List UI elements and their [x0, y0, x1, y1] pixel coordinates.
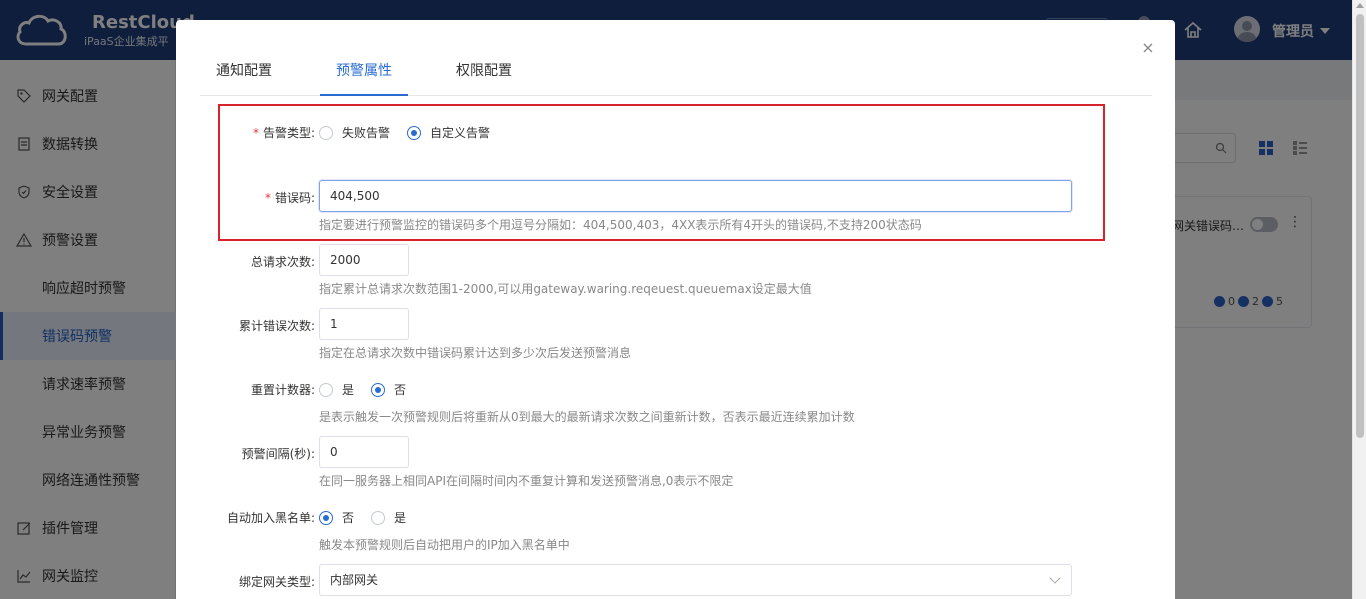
alert-rule-dialog: × 通知配置 预警属性 权限配置 * 告警类型: 失败告警 自定义告警 * 错误码:…: [176, 20, 1175, 599]
auto-blacklist-hint: 触发本预警规则后自动把用户的IP加入黑名单中: [319, 538, 570, 552]
reset-counter-radio-group: 是 否: [319, 381, 423, 398]
radio-button[interactable]: [407, 125, 422, 140]
auto-blacklist-option-no[interactable]: 否: [319, 509, 354, 526]
gateway-type-value: 内部网关: [330, 573, 379, 587]
alert-type-label: * 告警类型:: [252, 126, 315, 140]
scroll-up-icon[interactable]: [1356, 3, 1364, 8]
cumulative-errors-hint: 指定在总请求次数中错误码累计达到多少次后发送预警消息: [319, 346, 632, 360]
alert-interval-hint: 在同一服务器上相同API在间隔时间内不重复计算和发送预警消息,0表示不限定: [319, 474, 734, 488]
auto-blacklist-option-yes[interactable]: 是: [371, 509, 406, 526]
alert-interval-input[interactable]: 0: [319, 436, 409, 468]
tab-notification-config[interactable]: 通知配置: [216, 60, 272, 96]
error-code-hint: 指定要进行预警监控的错误码多个用逗号分隔如：404,500,403，4XX表示所…: [319, 218, 922, 232]
auto-blacklist-label: 自动加入黑名单:: [226, 511, 315, 525]
gateway-type-select[interactable]: 内部网关: [319, 564, 1072, 596]
chevron-down-icon: [1049, 572, 1061, 584]
total-requests-label: 总请求次数:: [250, 255, 315, 269]
required-mark: *: [264, 191, 271, 205]
radio-button[interactable]: [319, 382, 333, 397]
radio-button[interactable]: [319, 125, 333, 140]
gateway-type-label: 绑定网关类型:: [238, 575, 315, 589]
scrollbar-thumb[interactable]: [1356, 14, 1364, 438]
reset-counter-hint: 是表示触发一次预警规则后将重新从0到最大的最新请求次数之间重新计数，否表示最近连…: [319, 410, 855, 424]
radio-button[interactable]: [371, 382, 386, 397]
page-scrollbar[interactable]: [1352, 0, 1366, 599]
cumulative-errors-input[interactable]: 1: [319, 308, 409, 340]
total-requests-input[interactable]: 2000: [319, 244, 409, 276]
error-code-input[interactable]: 404,500: [319, 180, 1072, 212]
alert-type-radio-group: 失败告警 自定义告警: [319, 124, 507, 141]
cumulative-errors-label: 累计错误次数:: [238, 319, 315, 333]
total-requests-hint: 指定累计总请求次数范围1-2000,可以用gateway.waring.reqe…: [319, 282, 812, 296]
alert-type-option-failure[interactable]: 失败告警: [319, 124, 390, 141]
tab-permission-config[interactable]: 权限配置: [456, 60, 512, 96]
radio-button[interactable]: [319, 510, 333, 525]
alert-interval-label: 预警间隔(秒):: [241, 447, 315, 461]
alert-type-option-custom[interactable]: 自定义告警: [407, 124, 490, 141]
reset-counter-label: 重置计数器:: [250, 383, 315, 397]
required-mark: *: [252, 126, 259, 140]
reset-counter-option-no[interactable]: 否: [371, 381, 406, 398]
auto-blacklist-radio-group: 否 是: [319, 509, 423, 526]
dialog-tabs: 通知配置 预警属性 权限配置: [200, 20, 1152, 96]
radio-button[interactable]: [371, 510, 386, 525]
reset-counter-option-yes[interactable]: 是: [319, 381, 354, 398]
error-code-label: * 错误码:: [264, 191, 315, 205]
tab-alert-properties[interactable]: 预警属性: [320, 60, 408, 96]
